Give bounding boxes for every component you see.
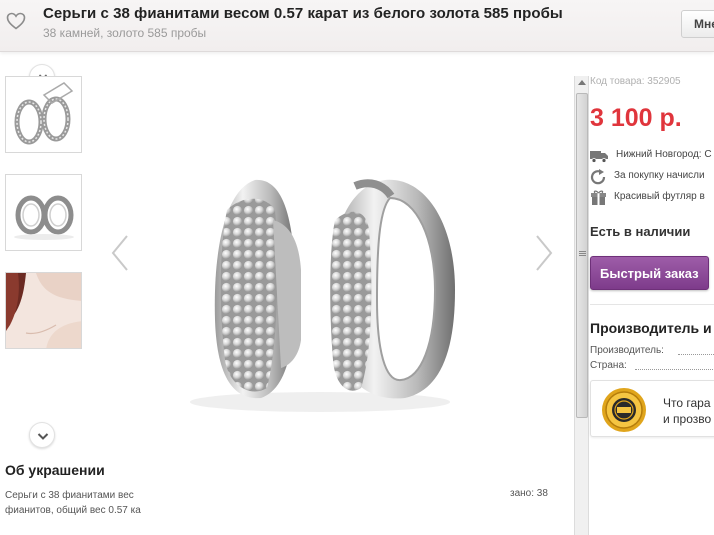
thumbnail-2[interactable] [5,174,82,251]
chevron-left-icon[interactable] [110,234,130,272]
manufacturer-row: Производитель: [590,345,714,356]
quick-order-button[interactable]: Быстрый заказ [590,256,709,290]
guarantee-seal-icon [602,388,646,432]
header-menu-button[interactable]: Мне [681,10,714,38]
model-thumbnail-image [6,273,81,348]
product-code: Код товара: 352905 [590,76,681,87]
country-row: Страна: [590,360,714,371]
scrollbar-grip-icon [579,251,586,252]
product-price: 3 100 р. [590,104,682,132]
manufacturer-label: Производитель: [590,345,664,356]
thumbnail-1[interactable] [5,76,82,153]
about-text-line2: фианитов, общий вес 0.57 ка [5,505,141,516]
manufacturer-heading: Производитель и [590,320,712,336]
heart-icon[interactable] [6,12,26,30]
truck-icon [590,151,608,163]
guarantee-text: Что гара и прозво [663,395,711,427]
earrings-thumbnail-image [14,82,74,145]
page-title: Серьги с 38 фианитами весом 0.57 карат и… [43,5,563,22]
chevron-right-icon[interactable] [534,234,554,272]
dotted-leader [678,354,714,355]
refresh-icon [590,169,606,185]
product-photo [190,179,455,412]
thumbs-down-button[interactable] [29,422,55,448]
product-header: Серьги с 38 фианитами весом 0.57 карат и… [0,0,714,52]
about-text-line1: Серьги с 38 фианитами вес [5,490,134,501]
thumbnail-3[interactable] [5,272,82,349]
chevron-down-icon [37,433,49,440]
about-jewelry-text: Серьги с 38 фианитами вес фианитов, общи… [5,488,151,518]
guarantee-line2: и прозво [663,412,712,426]
scroll-up-arrow-icon[interactable] [578,80,586,85]
gift-text: Красивый футляр в [614,191,705,202]
about-jewelry-text-right: зано: 38 [510,488,548,499]
gift-icon [591,190,606,205]
earrings-side-thumbnail-image [14,195,74,240]
next-section-heading-cut [5,528,65,535]
dotted-leader [635,369,714,370]
scrollbar-thumb[interactable] [576,93,588,418]
guarantee-banner[interactable]: Что гара и прозво [590,380,714,437]
about-jewelry-heading: Об украшении [5,462,105,478]
stock-status: Есть в наличии [590,224,691,239]
guarantee-line1: Что гара [663,396,711,410]
page-subtitle: 38 камней, золото 585 пробы [43,26,207,40]
vertical-scrollbar[interactable] [574,76,589,535]
delivery-text: Нижний Новгород: С [616,149,712,160]
bonus-text: За покупку начисли [614,170,705,181]
country-label: Страна: [590,360,627,371]
divider [590,304,714,305]
